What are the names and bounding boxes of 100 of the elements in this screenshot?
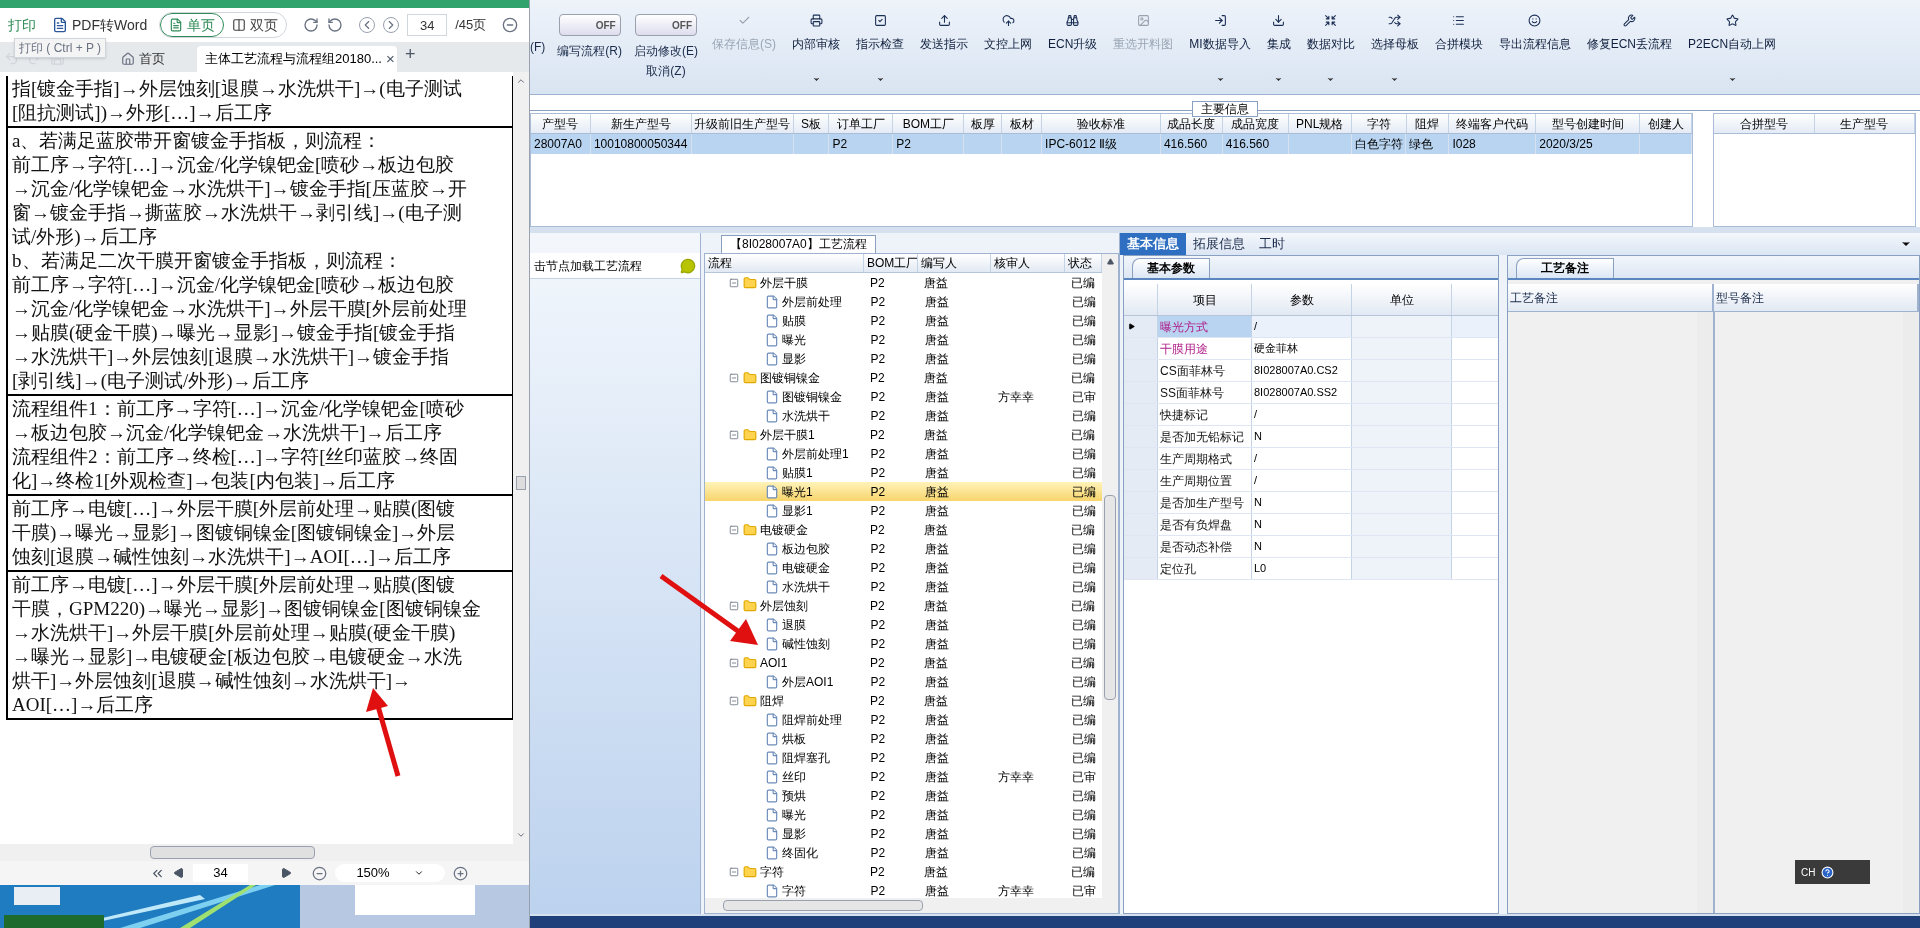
tree-row[interactable]: 碱性蚀刻 P2 唐益 已编 <box>705 634 1102 653</box>
dropdown-caret-icon[interactable] <box>1390 75 1400 84</box>
close-tab-button[interactable]: × <box>386 47 395 71</box>
undo-icon[interactable] <box>4 51 19 66</box>
page-input[interactable]: 34 <box>407 14 448 36</box>
collapse-toggle-icon[interactable] <box>729 866 739 877</box>
table-row[interactable]: 干膜用途 硬金菲林 <box>1124 338 1498 360</box>
toolbar-button[interactable]: 文控上网 <box>982 14 1034 53</box>
collapse-toggle-icon[interactable] <box>729 277 739 288</box>
tree-row[interactable]: 显影1 P2 唐益 已编 <box>705 501 1102 520</box>
tab[interactable]: 拓展信息 <box>1186 233 1252 255</box>
print-button[interactable]: 打印 <box>4 14 40 36</box>
column-header[interactable]: 验收标准 <box>1042 114 1161 133</box>
tree-row[interactable]: AOI1 P2 唐益 已编 <box>705 653 1102 672</box>
collapse-toggle-icon[interactable] <box>729 600 739 611</box>
panel-tab[interactable]: 基本参数 <box>1132 258 1210 278</box>
scrollbar-thumb[interactable] <box>723 900 923 911</box>
tree-row[interactable]: 电镀硬金 P2 唐益 已编 <box>705 520 1102 539</box>
toolbar-button[interactable]: 集成 <box>1264 14 1293 53</box>
tree-row[interactable]: 外层干膜1 P2 唐益 已编 <box>705 425 1102 444</box>
new-tab-button[interactable]: + <box>405 41 416 68</box>
toolbar-button[interactable]: MI数据导入 <box>1187 14 1253 53</box>
cancel-button[interactable]: 取消(Z) <box>646 62 686 80</box>
input-method-bar[interactable]: CH <box>1795 860 1870 884</box>
table-row[interactable]: 是否动态补偿 N <box>1124 536 1498 558</box>
tree-row[interactable]: 显影 P2 唐益 已编 <box>705 349 1102 368</box>
dropdown-caret-icon[interactable] <box>1215 75 1225 84</box>
column-header[interactable]: PNL规格 <box>1288 114 1352 133</box>
toolbar-button[interactable]: 数据对比 <box>1304 14 1357 53</box>
tree-row[interactable]: 电镀硬金 P2 唐益 已编 <box>705 558 1102 577</box>
collapse-toggle-icon[interactable] <box>729 524 739 535</box>
column-header[interactable]: S板 <box>793 114 830 133</box>
toolbar-button[interactable]: 选择母板 <box>1368 14 1421 53</box>
column-header[interactable]: 字符 <box>1351 114 1407 133</box>
table-row[interactable]: 是否有负焊盘 N <box>1124 514 1498 536</box>
tree-row[interactable]: 水洗烘干 P2 唐益 已编 <box>705 577 1102 596</box>
table-row[interactable]: 是否加无铅标记 N <box>1124 426 1498 448</box>
tab[interactable]: 工时 <box>1252 233 1292 255</box>
next-page-icon[interactable] <box>280 867 292 879</box>
column-header[interactable]: 板厚 <box>964 114 1003 133</box>
scrollbar-thumb[interactable] <box>516 476 526 490</box>
tree-row[interactable]: 图镀铜镍金 P2 唐益 方幸幸 已审 <box>705 387 1102 406</box>
collapse-toggle-icon[interactable] <box>729 695 739 706</box>
column-header[interactable]: 状态 <box>1065 254 1102 272</box>
tree-row[interactable]: 外层干膜 P2 唐益 已编 <box>705 273 1102 292</box>
table-row[interactable]: 曝光方式 / <box>1124 316 1498 338</box>
toolbar-button[interactable]: 发送指示 <box>918 14 970 53</box>
toggle-switch[interactable]: OFF <box>635 14 697 36</box>
tree-row[interactable]: 贴膜 P2 唐益 已编 <box>705 311 1102 330</box>
tree-row[interactable]: 外层前处理 P2 唐益 已编 <box>705 292 1102 311</box>
vertical-scrollbar[interactable] <box>1102 254 1118 898</box>
tree-row[interactable]: 显影 P2 唐益 已编 <box>705 824 1102 843</box>
view-mode-tab[interactable]: 双页 <box>224 13 287 37</box>
collapse-toggle-icon[interactable] <box>729 657 739 668</box>
scrollbar-thumb[interactable] <box>1104 495 1116 700</box>
dropdown-caret-icon[interactable] <box>811 75 821 84</box>
toolbar-button[interactable]: 内部审核 <box>790 14 842 53</box>
column-header[interactable]: 订单工厂 <box>829 114 894 133</box>
table-row[interactable]: 定位孔 L0 <box>1124 558 1498 580</box>
tree-row[interactable]: 板边包胶 P2 唐益 已编 <box>705 539 1102 558</box>
tree-row[interactable]: 终固化 P2 唐益 已编 <box>705 843 1102 862</box>
tree-row[interactable]: 曝光1 P2 唐益 已编 <box>705 482 1102 501</box>
tree-row[interactable]: 退膜 P2 唐益 已编 <box>705 615 1102 634</box>
tree-row[interactable]: 阻焊塞孔 P2 唐益 已编 <box>705 748 1102 767</box>
table-row[interactable]: 生产周期位置 / <box>1124 470 1498 492</box>
tree-row[interactable]: 丝印 P2 唐益 方幸幸 已审 <box>705 767 1102 786</box>
toolbar-button[interactable]: 指示检查 <box>854 14 906 53</box>
column-header[interactable]: 核审人 <box>991 254 1066 272</box>
collapse-toggle-icon[interactable] <box>729 429 739 440</box>
toggle-switch[interactable]: OFF <box>558 14 621 36</box>
column-header[interactable]: 流程 <box>705 254 864 272</box>
column-header[interactable]: 新生产型号 <box>590 114 692 133</box>
column-header[interactable]: 升级前旧生产型号 <box>691 114 794 133</box>
column-header[interactable]: 阻焊 <box>1406 114 1450 133</box>
dropdown-caret-icon[interactable] <box>1727 75 1737 84</box>
rotate-right-icon[interactable] <box>303 17 320 33</box>
table-row[interactable]: 生产周期格式 / <box>1124 448 1498 470</box>
tree-row[interactable]: 水洗烘干 P2 唐益 已编 <box>705 406 1102 425</box>
scrollbar-thumb[interactable] <box>150 846 315 859</box>
zoom-out-icon[interactable] <box>312 865 327 881</box>
document-tab[interactable]: 主体工艺流程与流程组20180... × <box>197 46 397 72</box>
tree-row[interactable]: 字符 P2 唐益 方幸幸 已审 <box>705 881 1102 898</box>
column-header[interactable]: BOM工厂 <box>863 254 919 272</box>
tree-row[interactable]: 外层蚀刻 P2 唐益 已编 <box>705 596 1102 615</box>
tree-row[interactable]: 曝光 P2 唐益 已编 <box>705 805 1102 824</box>
vertical-scrollbar[interactable] <box>1696 312 1713 913</box>
table-row[interactable]: CS面菲林号 8I028007A0.CS2 <box>1124 360 1498 382</box>
column-header[interactable]: BOM工厂 <box>893 114 965 133</box>
horizontal-scrollbar[interactable] <box>0 844 529 861</box>
toolbar-button[interactable]: P2ECN自动上网 <box>1686 14 1779 53</box>
column-header[interactable]: 型号创建时间 <box>1536 114 1641 133</box>
toolbar-button[interactable]: ECN升级 <box>1046 14 1100 53</box>
horizontal-scrollbar[interactable] <box>705 898 1118 913</box>
page-input[interactable]: 34 <box>193 864 248 882</box>
column-header[interactable]: 参数 <box>1252 284 1352 315</box>
tree-row[interactable]: 阻焊 P2 唐益 已编 <box>705 691 1102 710</box>
table-row[interactable]: 是否加生产型号 N <box>1124 492 1498 514</box>
column-header[interactable]: 合拼型号 <box>1714 114 1815 133</box>
toolbar-button[interactable]: 导出流程信息 <box>1496 14 1573 53</box>
table-row[interactable]: 快捷标记 / <box>1124 404 1498 426</box>
